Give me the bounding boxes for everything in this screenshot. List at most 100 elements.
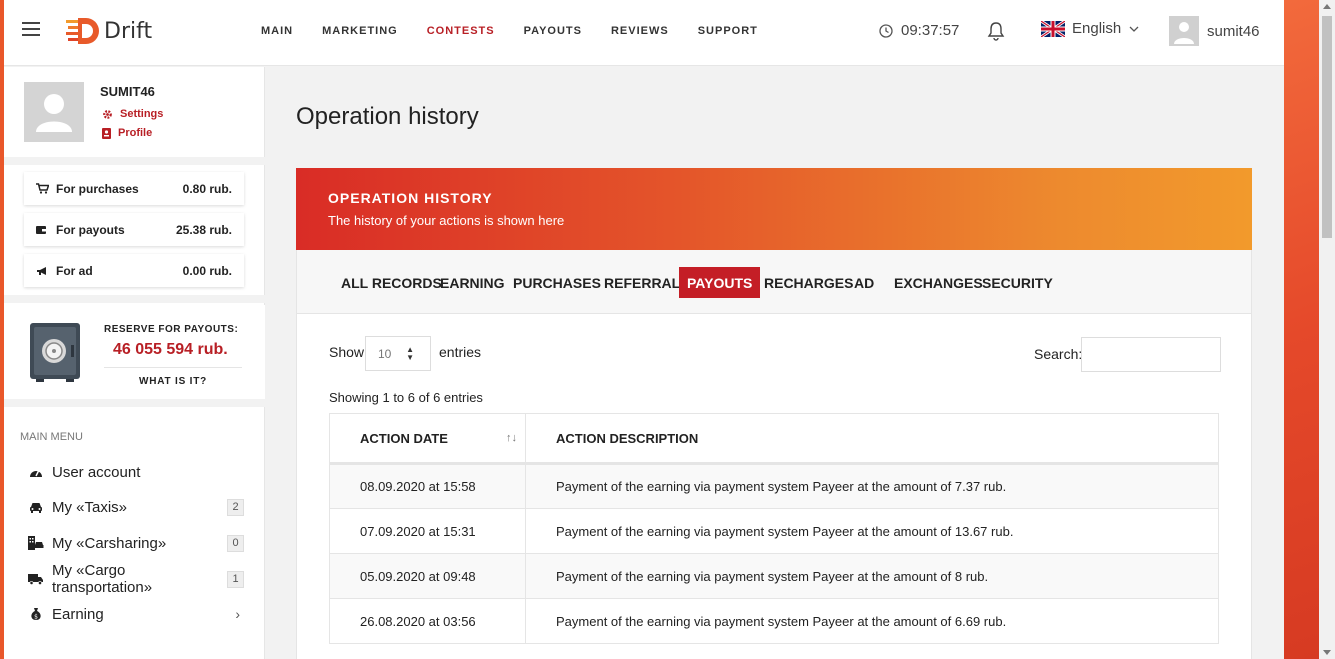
- sidebar-item-carsharing[interactable]: My «Carsharing» 0: [28, 532, 244, 554]
- bell-icon[interactable]: [987, 21, 1005, 41]
- page-title: Operation history: [296, 103, 479, 130]
- balance-value: 0.80 rub.: [182, 181, 232, 196]
- sort-icon: ↑↓: [506, 432, 517, 444]
- card-body: Show 10 ▲ ▼ entries Search: Showing 1 to …: [296, 314, 1252, 659]
- hamburger-menu-icon[interactable]: [22, 22, 40, 38]
- username: sumit46: [1207, 22, 1260, 40]
- column-header-label: ACTION DATE: [360, 430, 448, 446]
- sidebar-item-user-account[interactable]: User account: [28, 461, 244, 483]
- sidebar-item-taxis[interactable]: My «Taxis» 2: [28, 496, 244, 518]
- table-row: 07.09.2020 at 15:31 Payment of the earni…: [329, 508, 1219, 554]
- count-badge: 1: [227, 570, 244, 588]
- scroll-down-icon[interactable]: [1323, 650, 1331, 655]
- language-label: English: [1072, 20, 1122, 37]
- nav-payouts[interactable]: PAYOUTS: [524, 25, 582, 37]
- logo[interactable]: Drift: [66, 16, 152, 46]
- sidebar-item-cargo[interactable]: My «Cargo transportation» 1: [28, 562, 244, 596]
- balance-label: For purchases: [56, 181, 139, 196]
- sidebar-item-label: Earning: [52, 605, 104, 623]
- id-card-icon: [102, 127, 111, 139]
- clock-time: 09:37:57: [901, 22, 960, 39]
- cell-description: Payment of the earning via payment syste…: [525, 553, 1219, 599]
- sidebar-item-earning[interactable]: $ Earning ›: [28, 603, 244, 625]
- divider: [4, 157, 265, 165]
- sidebar-item-label: My «Carsharing»: [52, 534, 167, 552]
- avatar: [1169, 16, 1199, 46]
- divider: [104, 367, 242, 368]
- profile-avatar: [24, 82, 84, 142]
- scroll-up-icon[interactable]: [1323, 4, 1331, 9]
- sidebar-item-label: My «Cargo transportation»: [52, 562, 153, 596]
- history-table: ACTION DATE ↑↓ ACTION DESCRIPTION 08.09.…: [329, 413, 1219, 644]
- divider: [4, 399, 265, 407]
- balance-value: 25.38 rub.: [175, 222, 232, 237]
- card-subtitle: The history of your actions is shown her…: [328, 213, 565, 228]
- search-label: Search:: [1034, 346, 1083, 362]
- column-header-date[interactable]: ACTION DATE ↑↓: [329, 413, 526, 465]
- balance-purchases: For purchases 0.80 rub.: [24, 172, 244, 205]
- truck-icon: [28, 573, 44, 585]
- tab-security[interactable]: SECURITY: [974, 267, 1061, 298]
- card-title: OPERATION HISTORY: [328, 190, 493, 206]
- table-info: Showing 1 to 6 of 6 entries: [329, 390, 483, 405]
- gear-icon: [103, 109, 112, 119]
- table-row: 26.08.2020 at 03:56 Payment of the earni…: [329, 598, 1219, 644]
- wallet-icon: [36, 225, 50, 235]
- settings-label: Settings: [120, 108, 164, 120]
- nav-marketing[interactable]: MARKETING: [322, 25, 398, 37]
- clock: 09:37:57: [879, 22, 959, 39]
- profile-link[interactable]: Profile: [102, 127, 152, 139]
- tab-payouts[interactable]: PAYOUTS: [679, 267, 761, 298]
- language-selector[interactable]: English: [1041, 20, 1139, 37]
- money-bag-icon: $: [28, 607, 44, 621]
- cell-description: Payment of the earning via payment syste…: [525, 463, 1219, 509]
- count-badge: 0: [227, 534, 244, 552]
- sidebar: SUMIT46 Settings Profile For purchases 0…: [4, 67, 265, 659]
- reserve-block: RESERVE FOR PAYOUTS: 46 055 594 rub. WHA…: [4, 305, 265, 399]
- clock-icon: [879, 23, 893, 38]
- entries-label: entries: [439, 344, 482, 360]
- cart-icon: [36, 183, 50, 194]
- show-label: Show: [329, 344, 365, 360]
- balance-payouts: For payouts 25.38 rub.: [24, 213, 244, 246]
- nav-support[interactable]: SUPPORT: [698, 25, 758, 37]
- chevron-right-icon: ›: [235, 606, 240, 622]
- main-content: Operation history OPERATION HISTORY The …: [266, 67, 1284, 659]
- main-nav: MAIN MARKETING CONTESTS PAYOUTS REVIEWS …: [261, 25, 787, 37]
- cell-description: Payment of the earning via payment syste…: [525, 508, 1219, 554]
- safe-icon: [30, 323, 80, 382]
- profile-label: Profile: [118, 127, 153, 139]
- user-menu[interactable]: sumit46: [1169, 16, 1260, 46]
- cell-date: 07.09.2020 at 15:31: [329, 508, 526, 554]
- drift-logo-icon: [66, 18, 99, 44]
- column-header-description: ACTION DESCRIPTION: [525, 413, 1219, 465]
- what-is-it-link[interactable]: WHAT IS IT?: [139, 376, 207, 387]
- reserve-label: RESERVE FOR PAYOUTS:: [104, 324, 239, 335]
- scrollbar-thumb[interactable]: [1322, 16, 1332, 238]
- search-input[interactable]: [1081, 337, 1221, 372]
- tab-earning[interactable]: EARNING: [432, 267, 513, 298]
- chevron-down-icon: [1129, 26, 1139, 32]
- logo-text: Drift: [104, 18, 153, 44]
- tab-purchases[interactable]: PURCHASES: [505, 267, 609, 298]
- table-row: 08.09.2020 at 15:58 Payment of the earni…: [329, 463, 1219, 509]
- entries-select[interactable]: 10 ▲ ▼: [365, 336, 431, 371]
- cell-date: 05.09.2020 at 09:48: [329, 553, 526, 599]
- scrollbar[interactable]: [1319, 0, 1335, 659]
- settings-link[interactable]: Settings: [102, 108, 163, 120]
- nav-reviews[interactable]: REVIEWS: [611, 25, 669, 37]
- balance-label: For payouts: [56, 222, 125, 237]
- nav-main[interactable]: MAIN: [261, 25, 293, 37]
- divider: [4, 295, 265, 303]
- top-navbar: Drift MAIN MARKETING CONTESTS PAYOUTS RE…: [4, 0, 1284, 66]
- balance-ad: For ad 0.00 rub.: [24, 254, 244, 287]
- nav-contests[interactable]: CONTESTS: [427, 25, 495, 37]
- tab-ad[interactable]: AD: [846, 267, 882, 298]
- cell-description: Payment of the earning via payment syste…: [525, 598, 1219, 644]
- balance-label: For ad: [56, 263, 93, 278]
- sidebar-item-label: My «Taxis»: [52, 498, 128, 516]
- reserve-value: 46 055 594 rub.: [113, 341, 228, 358]
- entries-value: 10: [378, 346, 392, 361]
- page-frame: Drift MAIN MARKETING CONTESTS PAYOUTS RE…: [4, 0, 1284, 659]
- tabs-bar: ALL RECORDS EARNING PURCHASES REFERRALS …: [296, 250, 1252, 314]
